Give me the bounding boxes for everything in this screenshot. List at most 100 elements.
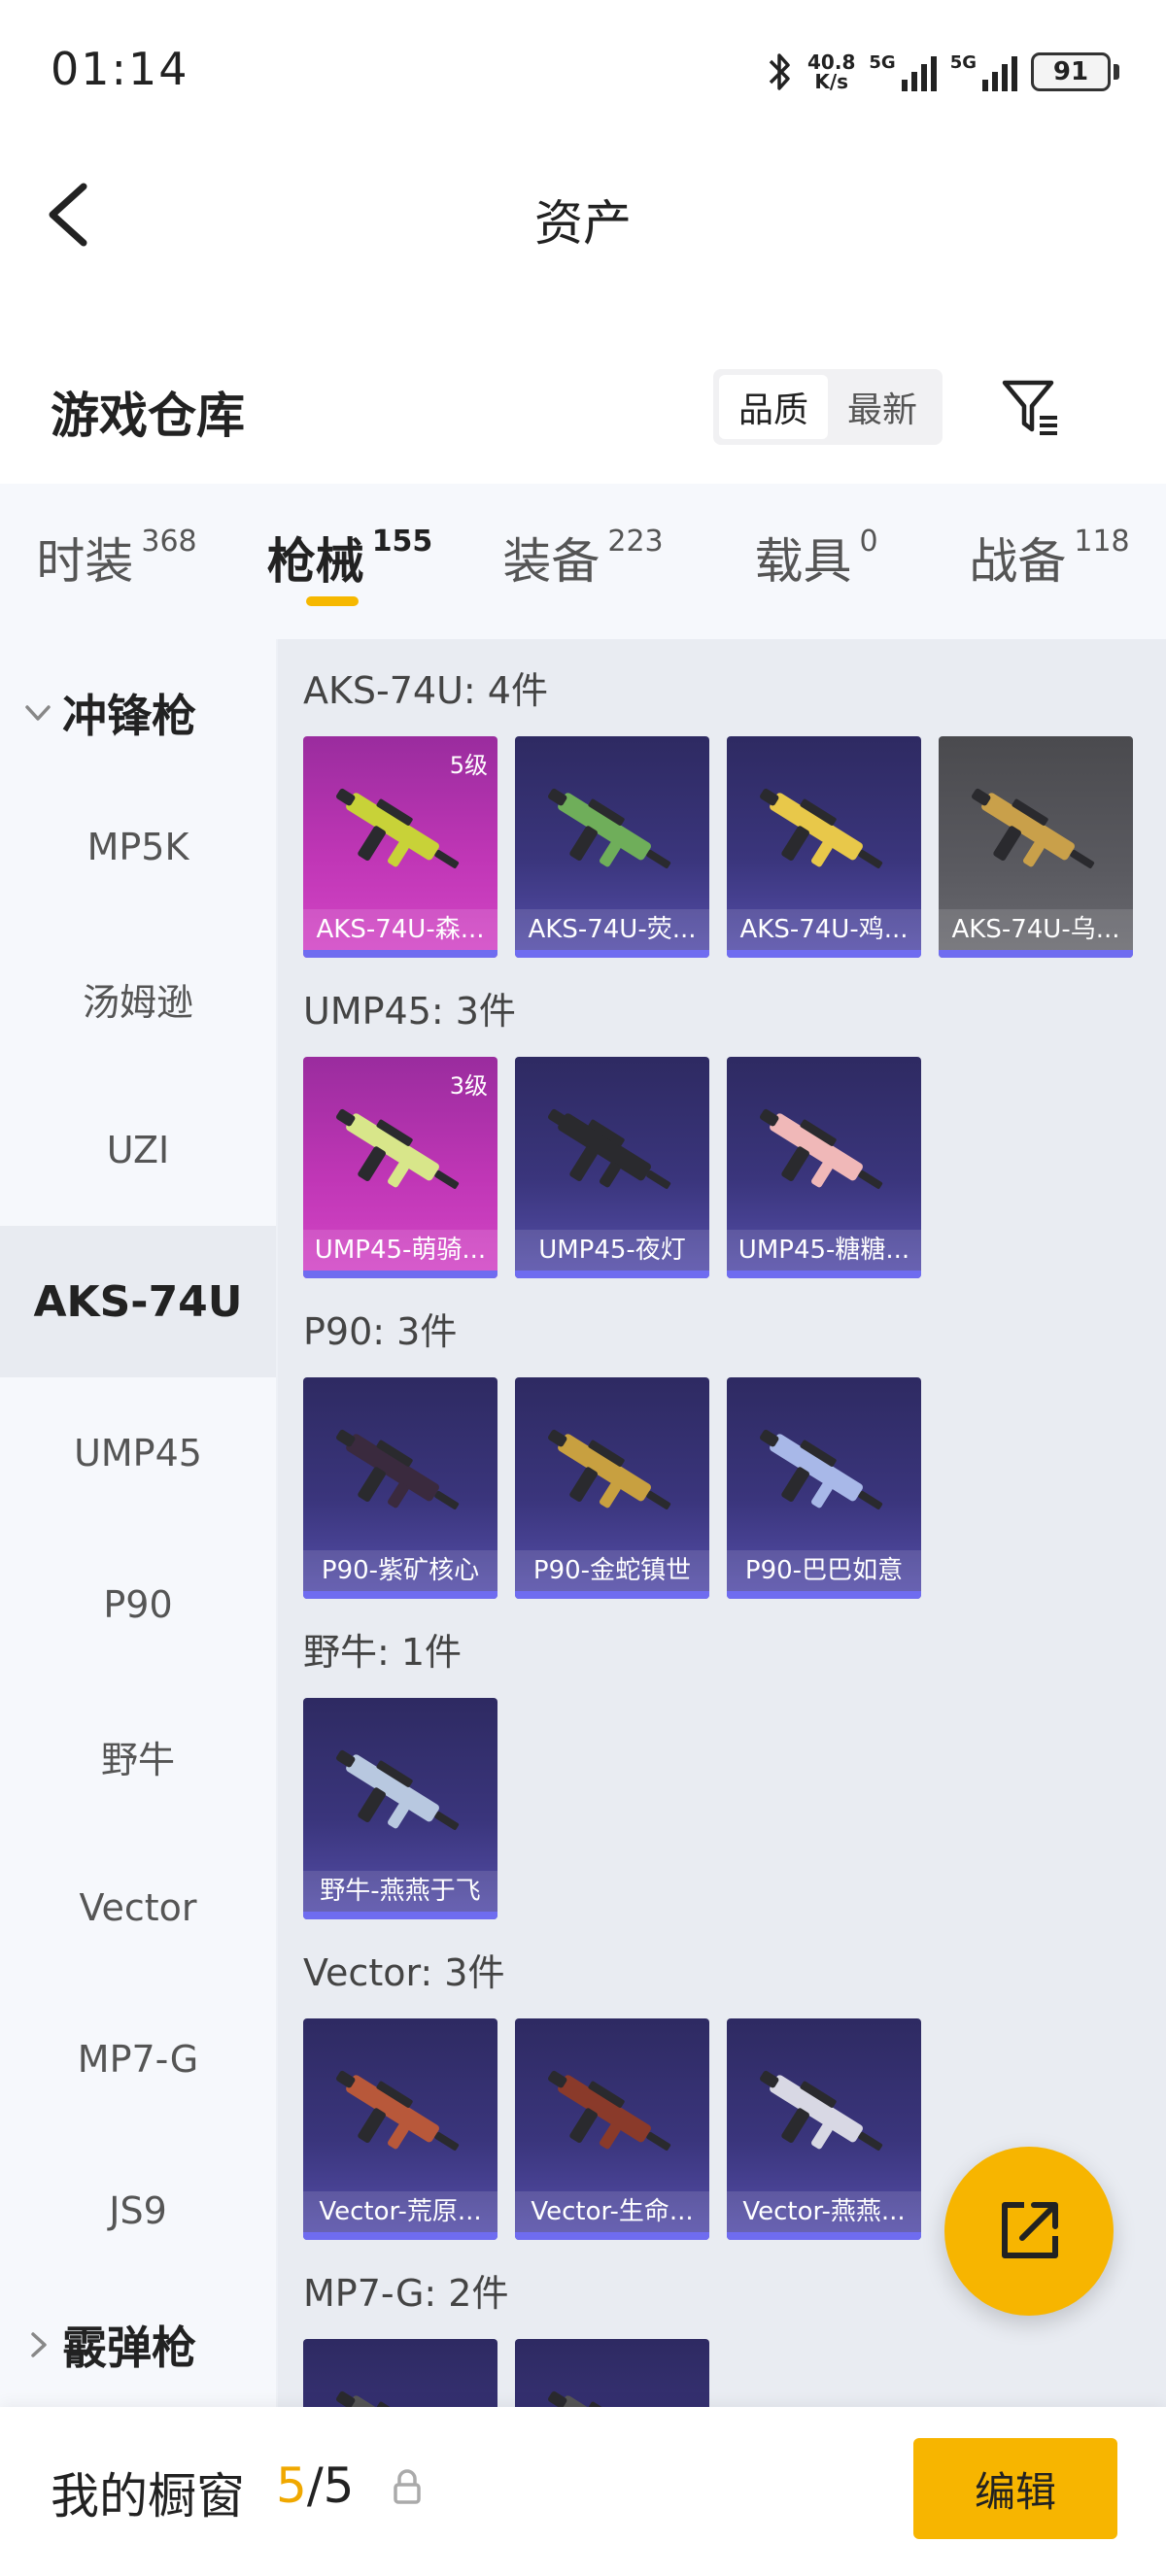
weapon-card[interactable]: P90-紫矿核心 <box>303 1377 497 1599</box>
sidebar-item-ump45[interactable]: UMP45 <box>0 1377 276 1529</box>
weapon-card[interactable]: Vector-生命... <box>515 2018 709 2240</box>
filter-icon[interactable] <box>997 373 1065 441</box>
weapon-group-title: UMP45: 3件 <box>303 990 516 1033</box>
sidebar-item-vector[interactable]: Vector <box>0 1832 276 1983</box>
weapon-name: P90-巴巴如意 <box>727 1550 921 1591</box>
weapon-image <box>336 788 460 868</box>
weapon-type-sidebar: 冲锋枪 MP5K 汤姆逊 UZI AKS-74U UMP45 P90 野牛 Ve… <box>0 639 276 2407</box>
weapon-card[interactable]: AKS-74U-鸡... <box>727 736 921 958</box>
card-rarity-bar <box>303 1271 497 1278</box>
weapon-name: 野牛-燕燕于飞 <box>303 1871 497 1912</box>
signal-2-label: 5G <box>949 52 977 73</box>
tab-vehicles[interactable]: 载具 0 <box>700 484 933 639</box>
weapon-card[interactable] <box>303 2339 497 2407</box>
edit-button[interactable]: 编辑 <box>913 2438 1117 2539</box>
weapon-name: AKS-74U-乌... <box>939 909 1133 950</box>
category-label: 霰弹枪 <box>62 2322 196 2374</box>
tab-fashion[interactable]: 时装 368 <box>0 484 233 639</box>
weapon-group-title: P90: 3件 <box>303 1310 458 1353</box>
tab-label: 载具 <box>754 533 852 590</box>
weapon-image <box>760 2070 883 2151</box>
tab-gear[interactable]: 战备 118 <box>933 484 1166 639</box>
weapon-image <box>548 1429 671 1509</box>
weapon-group-title: MP7-G: 2件 <box>303 2272 509 2315</box>
net-speed-value: 40.8 <box>807 51 856 74</box>
tab-label: 装备 <box>502 533 600 590</box>
card-rarity-bar <box>515 1591 709 1599</box>
weapon-card[interactable]: AKS-74U-乌... <box>939 736 1133 958</box>
battery-icon: 91 <box>1031 52 1119 91</box>
weapon-image <box>760 1108 883 1189</box>
tab-count: 0 <box>859 525 878 559</box>
weapon-card[interactable] <box>515 2339 709 2407</box>
signal-bars-icon <box>982 52 1017 91</box>
weapon-image <box>548 2070 671 2151</box>
tab-weapons[interactable]: 枪械 155 <box>233 484 466 639</box>
category-shotgun[interactable]: 霰弹枪 <box>0 2306 276 2384</box>
tab-count: 118 <box>1074 525 1130 559</box>
weapon-level-badge: 5级 <box>449 752 488 779</box>
warehouse-title: 游戏仓库 <box>51 388 245 444</box>
weapon-image <box>336 1429 460 1509</box>
tab-equipment[interactable]: 装备 223 <box>466 484 700 639</box>
card-rarity-bar <box>939 950 1133 958</box>
showcase-total: 5 <box>323 2457 355 2514</box>
weapon-name: UMP45-夜灯 <box>515 1230 709 1271</box>
weapon-name: UMP45-糖糖... <box>727 1230 921 1271</box>
weapon-name: Vector-荒原... <box>303 2191 497 2232</box>
sidebar-item-aks74u[interactable]: AKS-74U <box>0 1226 276 1377</box>
weapon-card[interactable]: UMP45-夜灯 <box>515 1057 709 1278</box>
sidebar-item-uzi[interactable]: UZI <box>0 1074 276 1226</box>
tab-label: 枪械 <box>266 533 364 590</box>
weapon-image <box>760 1429 883 1509</box>
weapon-image <box>548 1108 671 1189</box>
weapon-card[interactable]: Vector-荒原... <box>303 2018 497 2240</box>
weapon-group-title: AKS-74U: 4件 <box>303 669 548 712</box>
weapon-card[interactable]: P90-巴巴如意 <box>727 1377 921 1599</box>
signal-bars-icon <box>901 52 937 91</box>
weapon-group-title: Vector: 3件 <box>303 1951 505 1994</box>
sort-quality-button[interactable]: 品质 <box>719 375 828 439</box>
card-rarity-bar <box>515 950 709 958</box>
share-external-icon <box>1002 2202 1058 2258</box>
card-rarity-bar <box>727 1591 921 1599</box>
sort-latest-button[interactable]: 最新 <box>828 375 937 439</box>
category-label: 冲锋枪 <box>62 690 196 742</box>
chevron-down-icon <box>25 705 51 721</box>
weapon-card[interactable]: 野牛-燕燕于飞 <box>303 1698 497 1919</box>
showcase-count: 5/5 <box>276 2457 354 2514</box>
tab-count: 155 <box>371 525 433 559</box>
weapon-name: Vector-生命... <box>515 2191 709 2232</box>
weapon-image <box>336 2390 439 2407</box>
weapon-image <box>336 1749 460 1830</box>
share-button[interactable] <box>944 2147 1114 2316</box>
sidebar-item-mp7g[interactable]: MP7-G <box>0 1983 276 2135</box>
weapon-image <box>548 788 671 868</box>
weapon-card[interactable]: 5级 AKS-74U-森... <box>303 736 497 958</box>
sidebar-item-js9[interactable]: JS9 <box>0 2135 276 2287</box>
weapon-image <box>972 788 1095 868</box>
weapon-card[interactable]: P90-金蛇镇世 <box>515 1377 709 1599</box>
showcase-current: 5 <box>276 2457 307 2514</box>
battery-level: 91 <box>1031 52 1111 91</box>
weapon-group-title: 野牛: 1件 <box>303 1631 463 1674</box>
card-rarity-bar <box>515 1271 709 1278</box>
weapon-card[interactable]: AKS-74U-荧... <box>515 736 709 958</box>
sidebar-item-mp5k[interactable]: MP5K <box>0 771 276 923</box>
card-rarity-bar <box>303 950 497 958</box>
bluetooth-icon <box>769 53 790 90</box>
sidebar-item-bizon[interactable]: 野牛 <box>0 1680 276 1832</box>
showcase-label: 我的橱窗 <box>51 2468 245 2525</box>
tab-count: 368 <box>141 525 197 559</box>
sidebar-item-thompson[interactable]: 汤姆逊 <box>0 923 276 1074</box>
weapon-card[interactable]: UMP45-糖糖... <box>727 1057 921 1278</box>
weapon-name: AKS-74U-森... <box>303 909 497 950</box>
weapon-card[interactable]: 3级 UMP45-萌骑... <box>303 1057 497 1278</box>
weapon-name: AKS-74U-鸡... <box>727 909 921 950</box>
weapon-image <box>336 2070 460 2151</box>
category-smg[interactable]: 冲锋枪 <box>0 674 276 752</box>
weapon-card[interactable]: Vector-燕燕... <box>727 2018 921 2240</box>
signal-1: 5G <box>869 52 937 91</box>
card-rarity-bar <box>303 1912 497 1919</box>
sidebar-item-p90[interactable]: P90 <box>0 1529 276 1680</box>
